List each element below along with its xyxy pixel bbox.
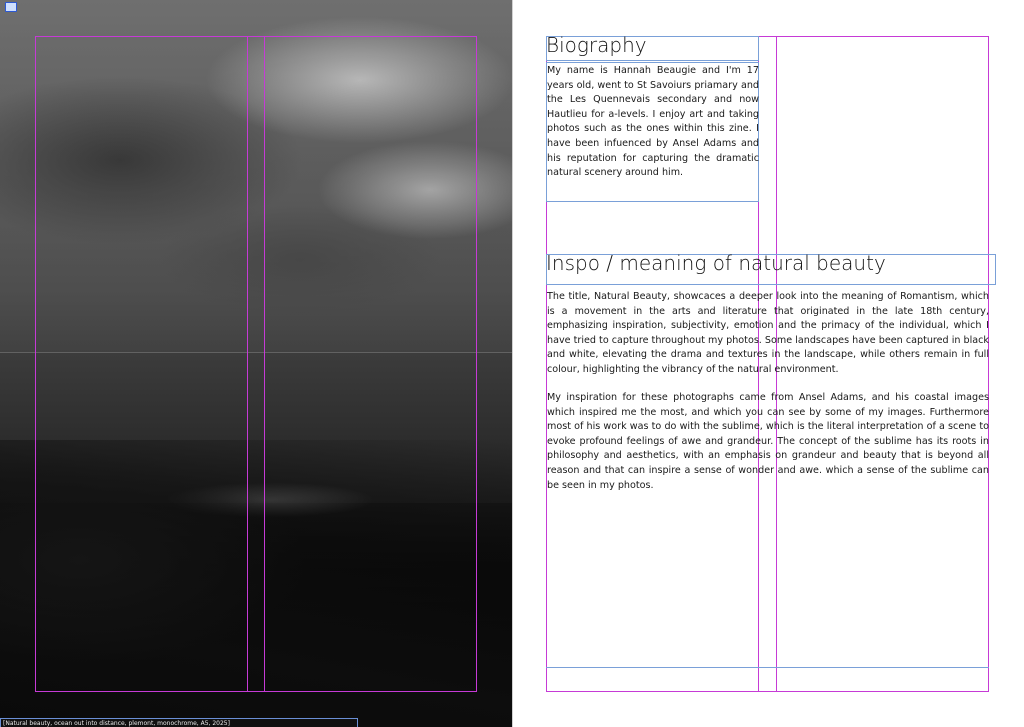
- biography-heading[interactable]: Biography: [546, 32, 647, 58]
- inspo-paragraph-1[interactable]: The title, Natural Beauty, showcaces a d…: [547, 290, 989, 378]
- coastline-foreground: [0, 440, 512, 727]
- biography-text[interactable]: My name is Hannah Beaugie and I'm 17 yea…: [547, 64, 759, 181]
- inspo-heading[interactable]: Inspo / meaning of natural beauty: [546, 250, 886, 276]
- image-frame-icon[interactable]: [5, 2, 17, 12]
- photo-page[interactable]: [0, 0, 512, 727]
- horizon-line: [0, 352, 512, 353]
- photo-caption[interactable]: [Natural beauty, ocean out into distance…: [0, 718, 358, 727]
- inspo-paragraph-2[interactable]: My inspiration for these photographs cam…: [547, 391, 989, 493]
